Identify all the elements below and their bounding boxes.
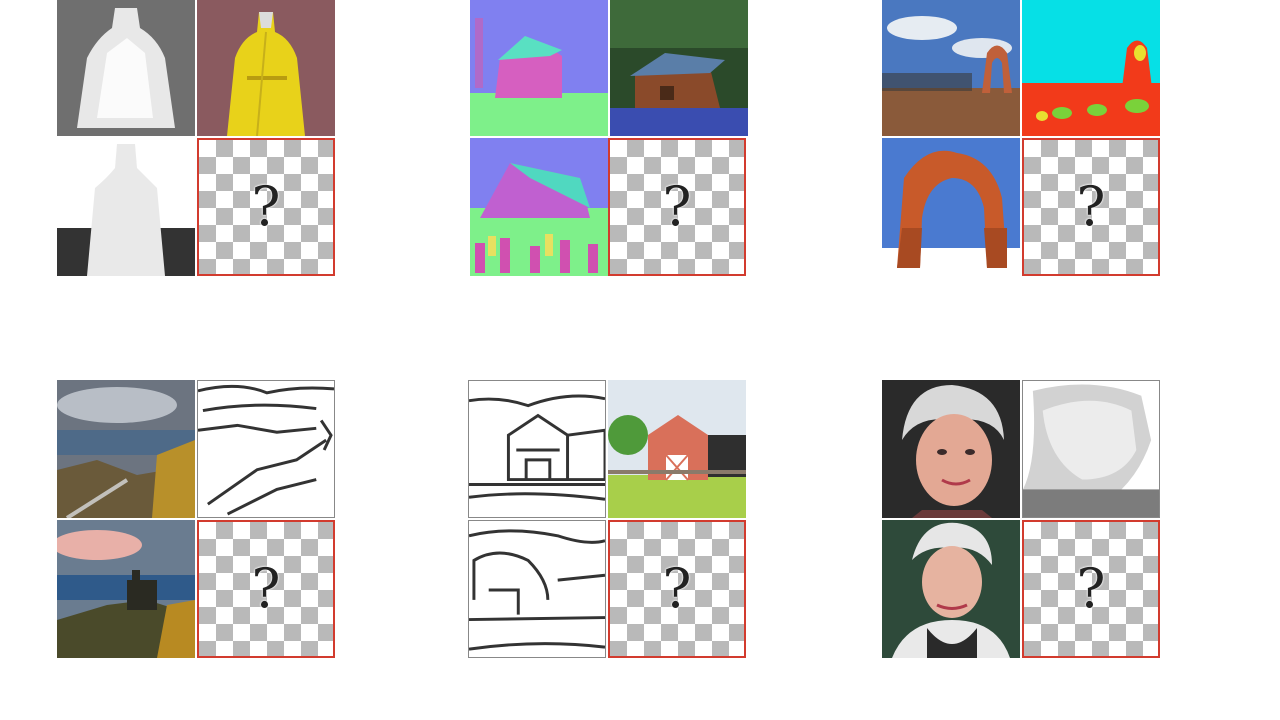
query-normal-map [470, 138, 608, 276]
example-edge-map [468, 380, 606, 518]
example-depth-map [1022, 380, 1160, 518]
example-depth-map [57, 0, 195, 136]
example-cabin-photo [610, 0, 748, 136]
example-normal-map [470, 0, 608, 136]
panel-woman-depth: ? [882, 380, 1162, 660]
panel-arches-segmentation: ? [882, 0, 1162, 278]
query-answer-placeholder: ? [197, 520, 335, 658]
query-depth-map [57, 138, 195, 276]
example-edge-map [197, 380, 335, 518]
panel-castle-edges: ? [57, 380, 337, 660]
query-castle-painting [57, 520, 195, 658]
panel-barn-edges: ? [468, 380, 748, 660]
query-answer-placeholder: ? [608, 138, 746, 276]
example-landscape-painting [57, 380, 195, 518]
example-portrait-photo [882, 380, 1020, 518]
query-answer-placeholder: ? [197, 138, 335, 276]
question-mark-icon: ? [662, 557, 692, 620]
question-mark-icon: ? [251, 557, 281, 620]
question-mark-icon: ? [1076, 557, 1106, 620]
query-answer-placeholder: ? [1022, 138, 1160, 276]
question-mark-icon: ? [1076, 175, 1106, 238]
example-robe-photo [197, 0, 335, 136]
query-answer-placeholder: ? [608, 520, 746, 658]
example-barn-painting [608, 380, 746, 518]
question-mark-icon: ? [251, 175, 281, 238]
query-answer-placeholder: ? [1022, 520, 1160, 658]
query-arches-photo [882, 138, 1020, 276]
example-arches-photo [882, 0, 1020, 136]
panel-robe-depth: ? [57, 0, 337, 278]
query-portrait-photo [882, 520, 1020, 658]
query-edge-map [468, 520, 606, 658]
question-mark-icon: ? [662, 175, 692, 238]
example-segmentation-map [1022, 0, 1160, 136]
panel-cabin-normal: ? [470, 0, 750, 278]
